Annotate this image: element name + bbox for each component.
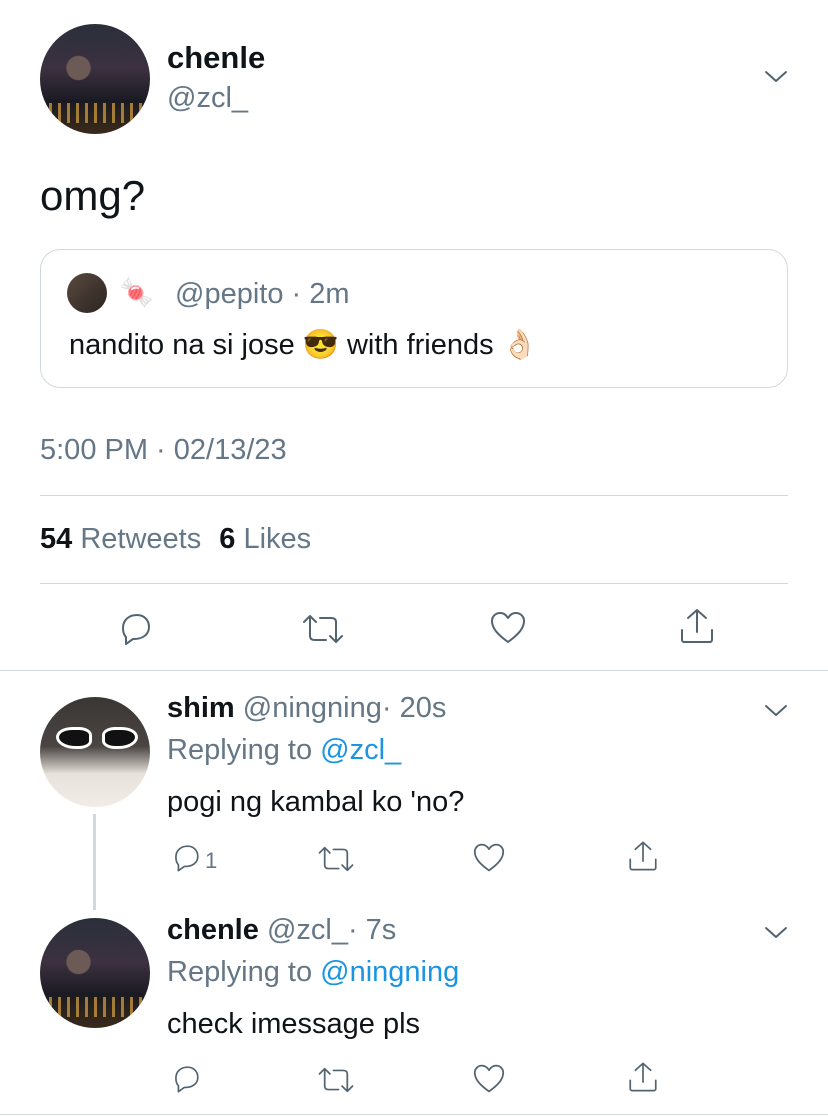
replying-to-line: Replying to @ningning [167,956,459,989]
replying-to-link[interactable]: @zcl_ [320,734,401,766]
share-icon[interactable] [626,1060,660,1094]
replying-to-link[interactable]: @ningning [320,956,459,988]
reply-text: check imessage pls [167,1008,421,1040]
reply-icon[interactable] [170,842,202,874]
quoted-handle-line: @pepito · 2m [175,278,350,311]
reply-time: · 7s [347,914,397,946]
likes-label: Likes [243,523,312,555]
sunglasses-emoji-icon: 😎 [302,329,339,361]
divider [40,495,788,496]
retweet-icon[interactable] [316,1065,356,1095]
candy-icon: 🍬 [119,277,154,308]
reply-menu-chevron-icon[interactable] [762,700,790,720]
reply-text: pogi ng kambal ko 'no? [167,786,465,818]
retweet-icon[interactable] [316,844,356,874]
like-heart-icon[interactable] [472,842,506,874]
share-icon[interactable] [626,839,660,873]
reply-handle[interactable]: @ningning [243,692,382,724]
quoted-avatar [67,273,107,313]
reply-avatar[interactable] [40,697,150,807]
main-avatar[interactable] [40,24,150,134]
reply-header: chenle @zcl_· 7s [167,914,396,947]
main-menu-chevron-icon[interactable] [762,66,790,86]
likes-stat[interactable]: 6 Likes [219,523,311,555]
divider [40,583,788,584]
reply-icon[interactable] [170,1063,202,1095]
thread-line [93,814,96,910]
reply-time: · 20s [381,692,447,724]
quoted-time: · 2m [291,278,350,310]
ok-hand-emoji-icon: 👌🏻 [501,329,538,361]
retweets-stat[interactable]: 54 Retweets [40,523,209,555]
tweet-stats: 54 Retweets 6 Likes [40,523,311,556]
replying-to-line: Replying to @zcl_ [167,734,401,767]
reply-display-name[interactable]: shim [167,692,235,724]
share-icon[interactable] [677,606,717,646]
quoted-text: nandito na si jose 😎 with friends 👌🏻 [69,328,538,362]
bottom-divider [0,1114,828,1115]
quoted-handle: @pepito [175,278,284,310]
retweets-label: Retweets [80,523,202,555]
like-heart-icon[interactable] [489,610,527,646]
retweet-icon[interactable] [300,612,346,646]
quoted-text-middle: with friends [346,329,494,361]
reply-display-name[interactable]: chenle [167,914,259,946]
quoted-text-before: nandito na si jose [69,329,295,361]
retweets-count: 54 [40,523,73,555]
reply-menu-chevron-icon[interactable] [762,922,790,942]
quoted-tweet-card[interactable]: 🍬 @pepito · 2m nandito na si jose 😎 with… [40,249,788,388]
main-tweet-text: omg? [40,172,146,219]
replying-to-label: Replying to [167,956,313,988]
reply-header: shim @ningning· 20s [167,692,446,725]
main-display-name[interactable]: chenle [167,40,265,76]
main-handle[interactable]: @zcl_ [167,82,248,115]
reply-icon[interactable] [116,610,154,648]
reply-avatar[interactable] [40,918,150,1028]
reply-handle[interactable]: @zcl_ [267,914,348,946]
like-heart-icon[interactable] [472,1063,506,1095]
tweet-timestamp: 5:00 PM · 02/13/23 [40,434,287,466]
section-divider [0,670,828,671]
likes-count: 6 [219,523,236,555]
reply-count: 1 [205,848,218,873]
replying-to-label: Replying to [167,734,313,766]
